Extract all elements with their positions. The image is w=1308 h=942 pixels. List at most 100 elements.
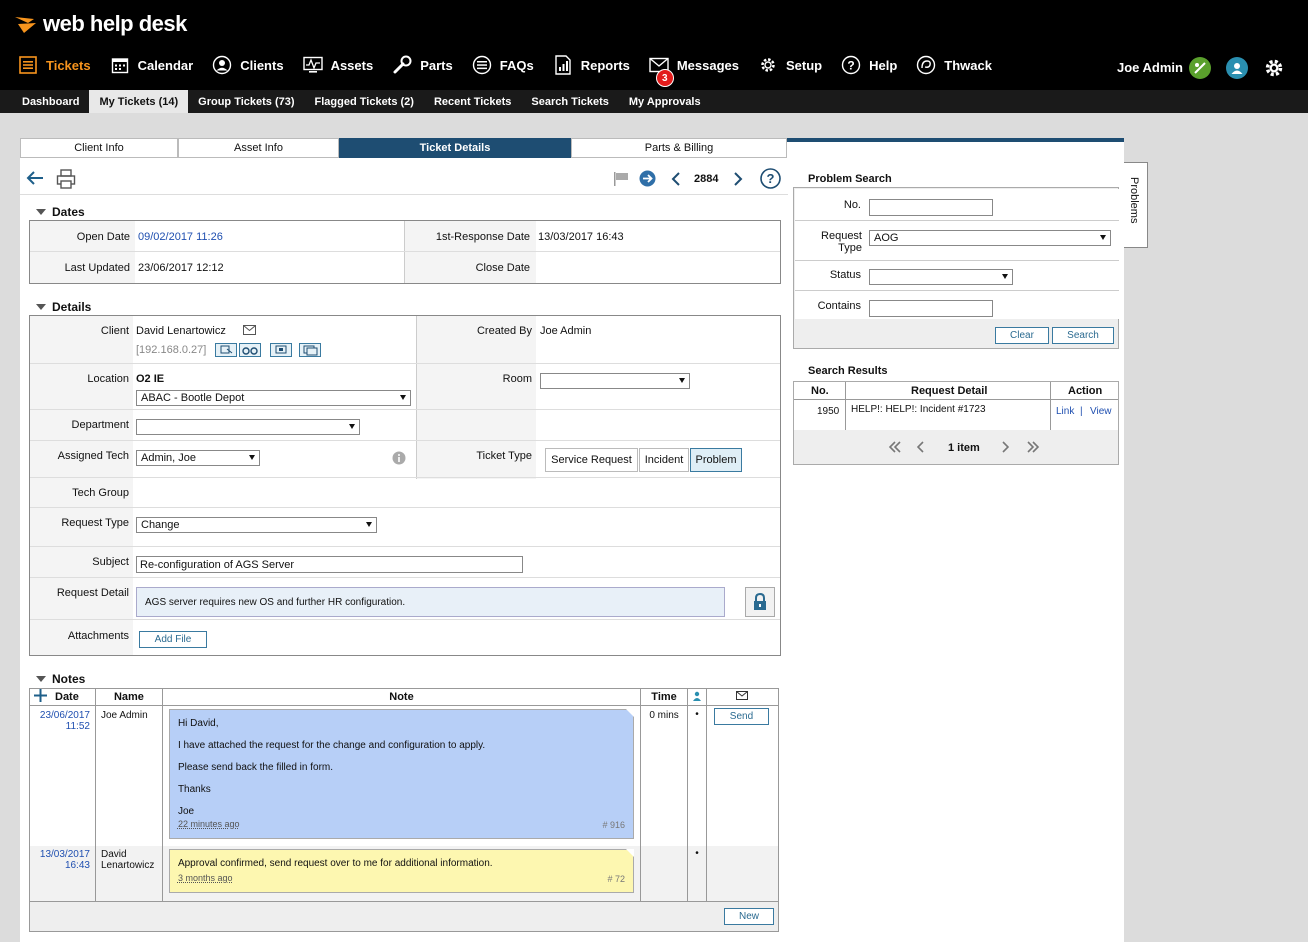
ticket-details-pane: 2884 ? Dates Open Date 09/02/2017 11:26 … <box>20 162 788 942</box>
ticket-type-label: Ticket Type <box>476 450 532 462</box>
problem-search-form: No. Request Type AOG Status Contains <box>795 189 1119 319</box>
flag-icon[interactable] <box>613 172 629 189</box>
nav-tickets[interactable]: Tickets <box>18 55 91 75</box>
location-select[interactable]: ABAC - Bootle Depot <box>136 390 411 406</box>
subnav-dashboard[interactable]: Dashboard <box>12 90 89 113</box>
current-user[interactable]: Joe Admin <box>1117 60 1183 75</box>
next-ticket-icon[interactable] <box>733 172 743 189</box>
client-name[interactable]: David Lenartowicz <box>136 325 226 337</box>
search-button[interactable]: Search <box>1052 327 1114 344</box>
close-date-label: Close Date <box>475 262 530 274</box>
nav-reports[interactable]: Reports <box>553 55 630 75</box>
reports-icon <box>553 55 573 75</box>
nav-calendar[interactable]: Calendar <box>110 55 193 75</box>
lock-icon[interactable] <box>745 587 775 617</box>
results-header-no: No. <box>811 385 829 397</box>
tab-parts-billing[interactable]: Parts & Billing <box>571 138 787 158</box>
help-circle-icon[interactable]: ? <box>760 168 781 192</box>
tab-ticket-details[interactable]: Ticket Details <box>339 138 571 158</box>
result-no: 1950 <box>817 406 840 417</box>
subnav-my-tickets[interactable]: My Tickets (14) <box>89 90 189 113</box>
nav-thwack[interactable]: Thwack <box>916 55 992 75</box>
send-button[interactable]: Send <box>713 708 769 725</box>
notes-section-title[interactable]: Notes <box>36 672 85 686</box>
request-detail-label: Request Detail <box>56 587 129 599</box>
room-select[interactable] <box>540 373 690 389</box>
result-row[interactable]: 1950 HELP!: HELP!: Incident #1723 Link |… <box>794 400 1118 430</box>
notes-table: Date Name Note Time 23/06/2017 11:52 Joe … <box>29 688 780 932</box>
dates-section-title[interactable]: Dates <box>36 205 85 219</box>
assigned-tech-select[interactable]: Admin, Joe <box>136 450 260 466</box>
remote-desktop-icon[interactable] <box>270 343 292 357</box>
prev-page-icon[interactable] <box>916 441 925 456</box>
note-fold <box>626 848 635 857</box>
note-cell: Approval confirmed, send request over to… <box>161 845 642 902</box>
time-header: Time <box>640 688 689 706</box>
department-select[interactable] <box>136 419 360 435</box>
add-note-icon[interactable] <box>34 689 47 705</box>
email-client-icon[interactable] <box>243 325 256 338</box>
nav-label: Clients <box>240 57 284 73</box>
subnav-group-tickets[interactable]: Group Tickets (73) <box>188 90 304 113</box>
location-select-value: ABAC - Bootle Depot <box>141 392 245 404</box>
note-bubble[interactable]: Hi David, I have attached the request fo… <box>168 709 635 839</box>
nav-label: Setup <box>785 57 823 73</box>
nav-label: FAQs <box>499 57 534 73</box>
contains-input[interactable] <box>869 300 993 317</box>
link-action[interactable]: Link <box>1056 406 1074 417</box>
note-bubble[interactable]: Approval confirmed, send request over to… <box>168 848 635 893</box>
attachments-label: Attachments <box>67 630 129 642</box>
add-file-button[interactable]: Add File <box>139 631 207 648</box>
note-ago: 22 minutes ago <box>177 819 240 829</box>
nav-clients[interactable]: Clients <box>212 55 284 75</box>
note-line: Thanks <box>177 784 211 795</box>
prev-ticket-icon[interactable] <box>671 172 681 189</box>
status-icon[interactable] <box>1189 57 1211 79</box>
first-page-icon[interactable] <box>888 441 902 456</box>
nav-setup[interactable]: Setup <box>758 55 822 75</box>
subject-input[interactable]: Re-configuration of AGS Server <box>136 556 523 573</box>
nav-assets[interactable]: Assets <box>302 55 373 75</box>
view-action[interactable]: View <box>1090 406 1112 417</box>
remote-control-icon[interactable] <box>215 343 237 357</box>
next-page-icon[interactable] <box>1001 441 1010 456</box>
binoculars-icon[interactable] <box>239 343 261 357</box>
visibility-header <box>687 688 707 706</box>
request-detail-text[interactable]: AGS server requires new OS and further H… <box>136 587 725 617</box>
subnav-search-tickets[interactable]: Search Tickets <box>521 90 618 113</box>
clear-button[interactable]: Clear <box>995 327 1049 344</box>
notes-footer: New <box>29 901 779 932</box>
windows-icon[interactable] <box>299 343 321 357</box>
ticket-type-incident[interactable]: Incident <box>639 448 689 472</box>
nav-faqs[interactable]: FAQs <box>472 55 534 75</box>
subnav-flagged-tickets[interactable]: Flagged Tickets (2) <box>305 90 424 113</box>
ticket-type-problem[interactable]: Problem <box>690 448 742 472</box>
problems-side-tab[interactable]: Problems <box>1124 162 1148 248</box>
profile-icon[interactable] <box>1226 57 1248 79</box>
forward-circle-icon[interactable] <box>639 170 656 190</box>
print-icon[interactable] <box>56 169 76 192</box>
ps-request-type-select[interactable]: AOG <box>869 230 1111 246</box>
new-note-button[interactable]: New <box>724 908 774 925</box>
subnav-my-approvals[interactable]: My Approvals <box>619 90 711 113</box>
request-type-select[interactable]: Change <box>136 517 377 533</box>
note-line: I have attached the request for the chan… <box>177 740 486 751</box>
envelope-icon <box>736 691 749 703</box>
settings-gear-icon[interactable] <box>1263 57 1285 79</box>
no-input[interactable] <box>869 199 993 216</box>
ps-status-select[interactable] <box>869 269 1013 285</box>
details-section-title[interactable]: Details <box>36 300 91 314</box>
tab-client-info[interactable]: Client Info <box>20 138 178 158</box>
back-arrow-icon[interactable] <box>26 170 44 189</box>
nav-parts[interactable]: Parts <box>392 55 453 75</box>
last-page-icon[interactable] <box>1026 441 1040 456</box>
app-logo[interactable]: web help desk <box>14 10 187 38</box>
note-send-cell: Send <box>705 705 780 846</box>
nav-help[interactable]: ? Help <box>841 55 897 75</box>
ticket-type-service-request[interactable]: Service Request <box>545 448 638 472</box>
tab-asset-info[interactable]: Asset Info <box>178 138 339 158</box>
info-icon[interactable] <box>392 451 406 468</box>
assets-icon <box>302 55 323 75</box>
subnav-recent-tickets[interactable]: Recent Tickets <box>424 90 521 113</box>
nav-messages[interactable]: 3 Messages <box>649 55 739 87</box>
